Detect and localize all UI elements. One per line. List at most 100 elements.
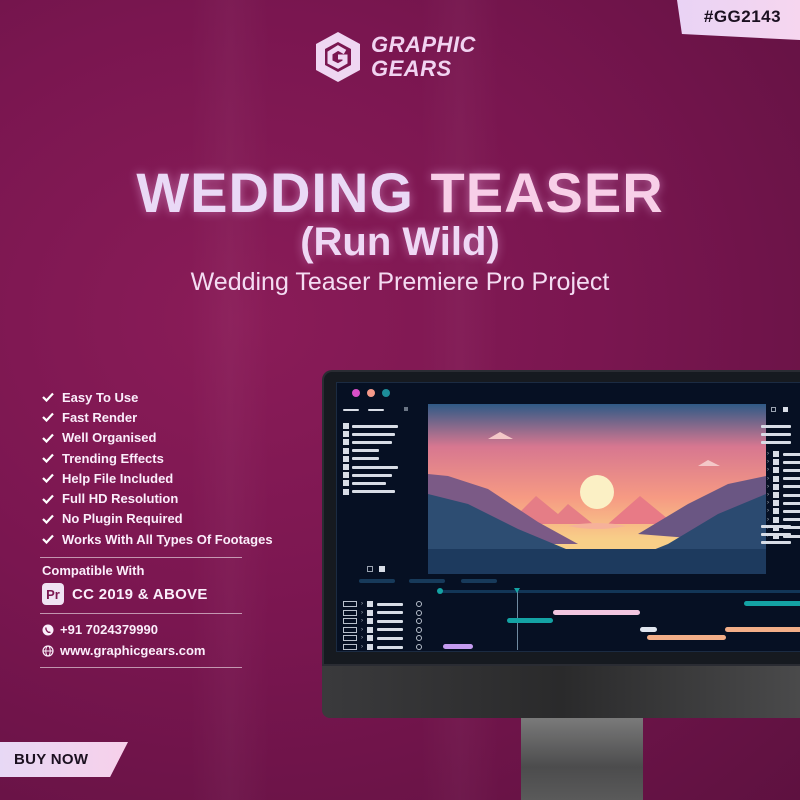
timeline-tab[interactable] [409, 579, 445, 583]
effect-item[interactable] [783, 518, 800, 522]
timeline-clip[interactable] [647, 635, 726, 640]
list-item-thumb-icon [343, 423, 349, 429]
editor-screen: ›››››››››››››››››› [336, 382, 800, 652]
subtitle: (Run Wild) [300, 220, 500, 264]
list-item[interactable] [352, 449, 379, 453]
compatibility-text: CC 2019 & ABOVE [72, 585, 208, 603]
list-item[interactable] [352, 440, 392, 444]
effect-item[interactable] [783, 509, 800, 513]
chevron-right-icon[interactable]: › [767, 467, 769, 473]
timeline-clip[interactable] [507, 618, 553, 623]
track-label [377, 619, 403, 623]
panel-row[interactable] [761, 425, 791, 428]
whatsapp-icon [42, 624, 54, 636]
timeline-ruler[interactable] [441, 590, 800, 593]
brand-logo: GRAPHIC GEARS [313, 30, 476, 84]
track-mute-icon[interactable] [416, 626, 422, 633]
timeline-clip[interactable] [640, 627, 657, 632]
compatible-label: Compatible With [42, 563, 145, 578]
chevron-right-icon[interactable]: › [767, 484, 769, 490]
divider [40, 557, 242, 558]
list-item[interactable] [352, 481, 386, 485]
chevron-right-icon[interactable]: › [361, 618, 363, 624]
effect-item[interactable] [783, 477, 800, 481]
timeline-tab[interactable] [461, 579, 497, 583]
track-toggle-icon[interactable] [343, 618, 357, 625]
track-thumb-icon [367, 609, 373, 616]
panel-row[interactable] [761, 533, 791, 536]
list-item[interactable] [352, 473, 392, 477]
chevron-right-icon[interactable]: › [767, 451, 769, 457]
track-toggle-icon[interactable] [343, 635, 357, 642]
product-code-tag: #GG2143 [677, 0, 800, 40]
playhead-marker-icon[interactable] [514, 588, 520, 593]
panel-row[interactable] [761, 441, 791, 444]
chevron-right-icon[interactable]: › [361, 635, 363, 641]
feature-item: Fast Render [42, 407, 273, 427]
timeline-clip[interactable] [744, 601, 800, 606]
track-toggle-icon[interactable] [343, 601, 357, 607]
chevron-right-icon[interactable]: › [767, 492, 769, 498]
panel-tab[interactable] [368, 409, 384, 411]
track-thumb-icon [367, 635, 373, 642]
track-mute-icon[interactable] [416, 601, 422, 607]
track-toggle-icon[interactable] [343, 644, 357, 650]
effect-item[interactable] [783, 485, 800, 489]
track-mute-icon[interactable] [416, 644, 422, 650]
toggle-icon[interactable] [379, 566, 385, 572]
timeline-start-handle[interactable] [437, 588, 443, 594]
list-item[interactable] [352, 424, 398, 428]
check-icon [42, 514, 54, 524]
divider [40, 667, 242, 668]
effect-thumb-icon [773, 508, 779, 515]
track-mute-icon[interactable] [416, 635, 422, 642]
panel-tab[interactable] [343, 409, 359, 411]
effect-item[interactable] [783, 460, 800, 464]
timeline-tab[interactable] [359, 579, 395, 583]
video-preview [428, 404, 766, 574]
track-toggle-icon[interactable] [343, 609, 357, 616]
track-toggle-icon[interactable] [343, 626, 357, 633]
toggle-icon[interactable] [367, 566, 373, 572]
chevron-right-icon[interactable]: › [767, 508, 769, 514]
logo-text-line1: GRAPHIC [371, 32, 476, 57]
tagline: Wedding Teaser Premiere Pro Project [190, 268, 610, 296]
effect-item[interactable] [783, 468, 800, 472]
list-item[interactable] [352, 432, 395, 436]
list-item[interactable] [352, 490, 395, 494]
effect-item[interactable] [783, 501, 800, 505]
track-label [377, 636, 403, 640]
effect-item[interactable] [783, 452, 800, 456]
chevron-right-icon[interactable]: › [767, 500, 769, 506]
list-item[interactable] [352, 457, 379, 461]
panel-row[interactable] [761, 433, 791, 436]
track-label [377, 602, 403, 606]
panel-menu-icon[interactable] [404, 407, 408, 411]
chevron-right-icon[interactable]: › [767, 476, 769, 482]
feature-item: Easy To Use [42, 387, 273, 407]
effect-item[interactable] [783, 493, 800, 497]
monitor-chin [322, 666, 800, 718]
timeline-clip[interactable] [443, 644, 473, 649]
list-item[interactable] [352, 465, 398, 469]
track-mute-icon[interactable] [416, 618, 422, 625]
chevron-right-icon[interactable]: › [361, 644, 363, 650]
panel-row[interactable] [761, 541, 791, 544]
hexagon-g-logo-icon [313, 30, 363, 84]
chevron-right-icon[interactable]: › [767, 459, 769, 465]
phone-contact[interactable]: +91 7024379990 [42, 622, 158, 637]
toggle-icon[interactable] [771, 407, 776, 412]
chevron-right-icon[interactable]: › [767, 517, 769, 523]
chevron-right-icon[interactable]: › [361, 610, 363, 616]
monitor: ›››››››››››››››››› [322, 370, 800, 666]
panel-row[interactable] [761, 525, 791, 528]
chevron-right-icon[interactable]: › [361, 601, 363, 607]
track-mute-icon[interactable] [416, 609, 422, 616]
timeline-clip[interactable] [553, 610, 640, 615]
website-link[interactable]: www.graphicgears.com [42, 643, 205, 658]
buy-now-button[interactable]: BUY NOW [0, 742, 128, 777]
globe-icon [42, 644, 54, 657]
chevron-right-icon[interactable]: › [361, 627, 363, 633]
timeline-clip[interactable] [725, 627, 800, 632]
toggle-icon[interactable] [783, 407, 788, 412]
